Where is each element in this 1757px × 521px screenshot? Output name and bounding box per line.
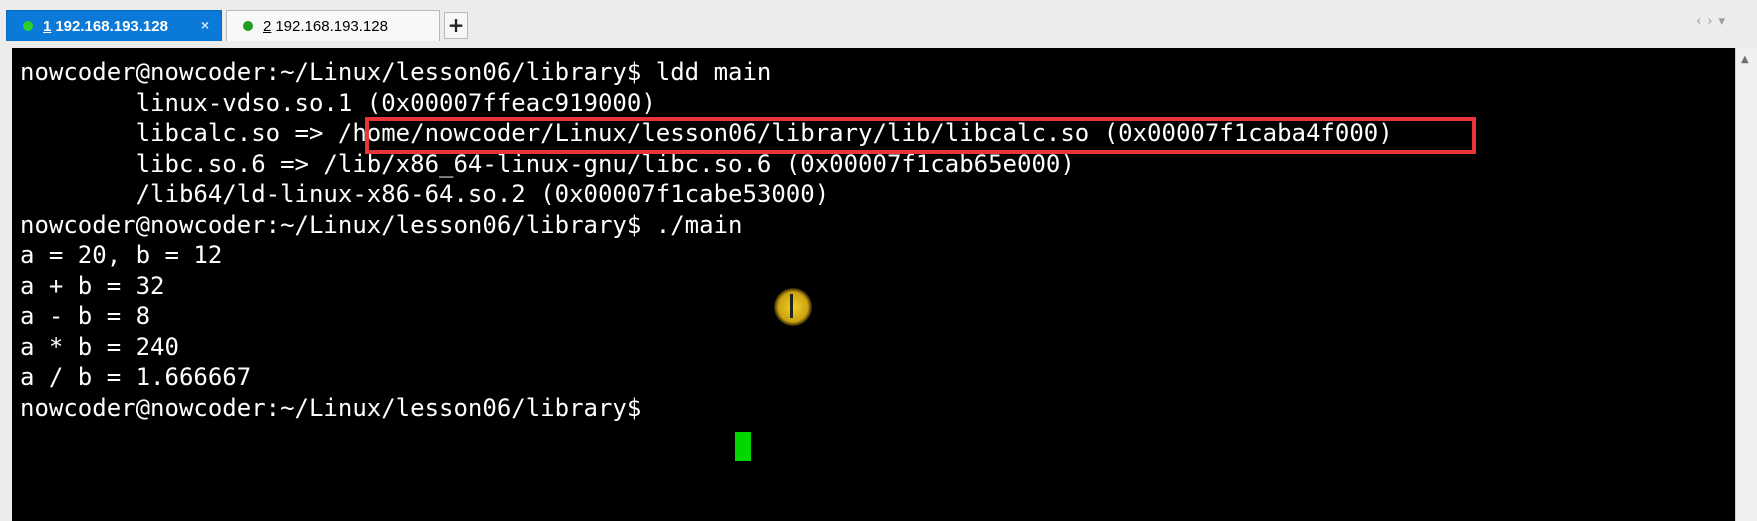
terminal-line: nowcoder@nowcoder:~/Linux/lesson06/libra…	[20, 58, 772, 86]
add-tab-button[interactable]: +	[444, 12, 468, 39]
terminal-line: /lib64/ld-linux-x86-64.so.2 (0x00007f1ca…	[20, 180, 830, 208]
tab-navigation: ‹›▾	[1696, 14, 1731, 29]
tab-bar: 1 192.168.193.128 × 2 192.168.193.128 + …	[0, 0, 1757, 48]
tab-number: 2	[263, 17, 272, 35]
close-tab-icon[interactable]: ×	[201, 17, 209, 33]
text-cursor	[735, 432, 751, 461]
terminal-line: a * b = 240	[20, 333, 179, 361]
connected-status-icon	[243, 21, 253, 31]
tab-title: 192.168.193.128	[275, 17, 388, 35]
scroll-up-icon[interactable]: ▲	[1741, 54, 1749, 65]
library-path-highlight	[365, 117, 1476, 154]
tab-title: 192.168.193.128	[55, 17, 168, 35]
terminal-output[interactable]: nowcoder@nowcoder:~/Linux/lesson06/libra…	[0, 48, 1735, 521]
terminal-line: linux-vdso.so.1 (0x00007ffeac919000)	[20, 89, 656, 117]
tab-session-2[interactable]: 2 192.168.193.128	[226, 10, 440, 41]
tab-number: 1	[43, 17, 52, 35]
terminal-prompt-line: nowcoder@nowcoder:~/Linux/lesson06/libra…	[20, 394, 656, 422]
next-tab-icon[interactable]: ›	[1707, 14, 1718, 29]
tab-session-1[interactable]: 1 192.168.193.128 ×	[6, 10, 222, 41]
terminal-line: nowcoder@nowcoder:~/Linux/lesson06/libra…	[20, 211, 743, 239]
terminal-line: a + b = 32	[20, 272, 165, 300]
tab-menu-icon[interactable]: ▾	[1718, 14, 1731, 29]
prev-tab-icon[interactable]: ‹	[1696, 14, 1707, 29]
terminal-app-window: 1 192.168.193.128 × 2 192.168.193.128 + …	[0, 0, 1757, 521]
terminal-line: a = 20, b = 12	[20, 241, 223, 269]
vertical-scrollbar[interactable]: ▲	[1735, 48, 1757, 521]
mouse-pointer-icon	[774, 288, 812, 326]
terminal-line: a - b = 8	[20, 302, 151, 330]
connected-status-icon	[23, 21, 33, 31]
terminal-line: a / b = 1.666667	[20, 363, 252, 391]
